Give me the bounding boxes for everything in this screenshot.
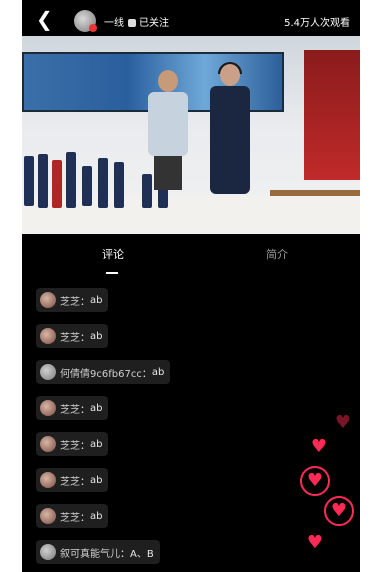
user-avatar [40,472,56,488]
comment-user: 芝芝 [60,332,80,344]
video-backdrop-banner [304,50,360,180]
video-person-officer [208,62,252,194]
floating-heart-icon: ♥ [306,532,324,553]
comment-item[interactable]: 芝芝： ab [36,396,109,420]
comment-user: 何倩倩9c6fb67cc [60,368,142,380]
comment-text: ab [90,510,103,522]
user-avatar [40,544,56,560]
active-tab-indicator [106,272,118,274]
channel-name: 一线 [104,18,124,29]
comment-item[interactable]: 芝芝： ab [36,288,109,312]
comment-text: ab [90,294,103,306]
video-product [66,152,76,208]
user-avatar [40,292,56,308]
top-bar: ❮ 一线 已关注 5.4万人次观看 [22,6,360,36]
live-room-screen: ❮ 一线 已关注 5.4万人次观看 评论 简介 芝芝： ab 芝芝 ： ab 何… [22,0,360,572]
floating-heart-icon: ♥ [334,412,352,433]
floating-heart-icon: ♥ [310,436,328,457]
floating-heart-icon: ♥ [306,470,324,491]
back-chevron-icon[interactable]: ❮ [36,8,53,30]
comment-text: A、B [130,548,154,560]
user-avatar [40,400,56,416]
comment-item[interactable]: 芝芝： ab [36,432,109,456]
followed-icon [128,19,136,27]
video-product [114,162,124,208]
video-person-presenter [144,70,192,190]
video-product [82,166,92,206]
comment-user: 叙可真能气儿 [60,548,120,560]
user-avatar [40,328,56,344]
comment-text: ab [90,438,103,450]
tab-bar: 评论 简介 [22,236,360,276]
comment-user: 芝芝 [60,296,80,308]
viewer-count: 5.4万人次观看 [284,18,350,29]
floating-heart-icon: ♥ [330,500,348,521]
tab-intro[interactable]: 简介 [266,246,288,262]
video-player[interactable] [22,36,360,234]
comment-item[interactable]: 芝芝： ab [36,468,109,492]
comment-item[interactable]: 何倩倩9c6fb67cc： ab [36,360,171,384]
comment-item[interactable]: 芝芝： ab [36,324,109,348]
video-product [98,158,108,208]
comment-text: ab [90,402,103,414]
comment-text: ab [90,330,103,342]
user-avatar [40,364,56,380]
video-product [52,160,62,208]
follow-status: 已关注 [139,18,169,29]
comment-text: ab [151,366,165,378]
comment-user: 芝芝 [60,440,80,452]
channel-info[interactable]: 一线 已关注 [104,14,169,29]
floating-heart-ring: ♥ [300,466,330,496]
comment-item[interactable]: 叙可真能气儿： A、B [36,540,160,564]
floating-heart-ring: ♥ [324,496,354,526]
comment-user: 芝芝 [60,512,80,524]
comment-user: 芝芝 [60,476,80,488]
comment-item[interactable]: 芝芝： ab [36,504,109,528]
comment-text: ab [90,474,103,486]
user-avatar [40,436,56,452]
comment-user: 芝芝 [60,404,80,416]
user-avatar [40,508,56,524]
video-product [24,156,34,206]
video-product [38,154,48,208]
tab-comments[interactable]: 评论 [102,246,124,262]
live-badge [89,24,97,32]
